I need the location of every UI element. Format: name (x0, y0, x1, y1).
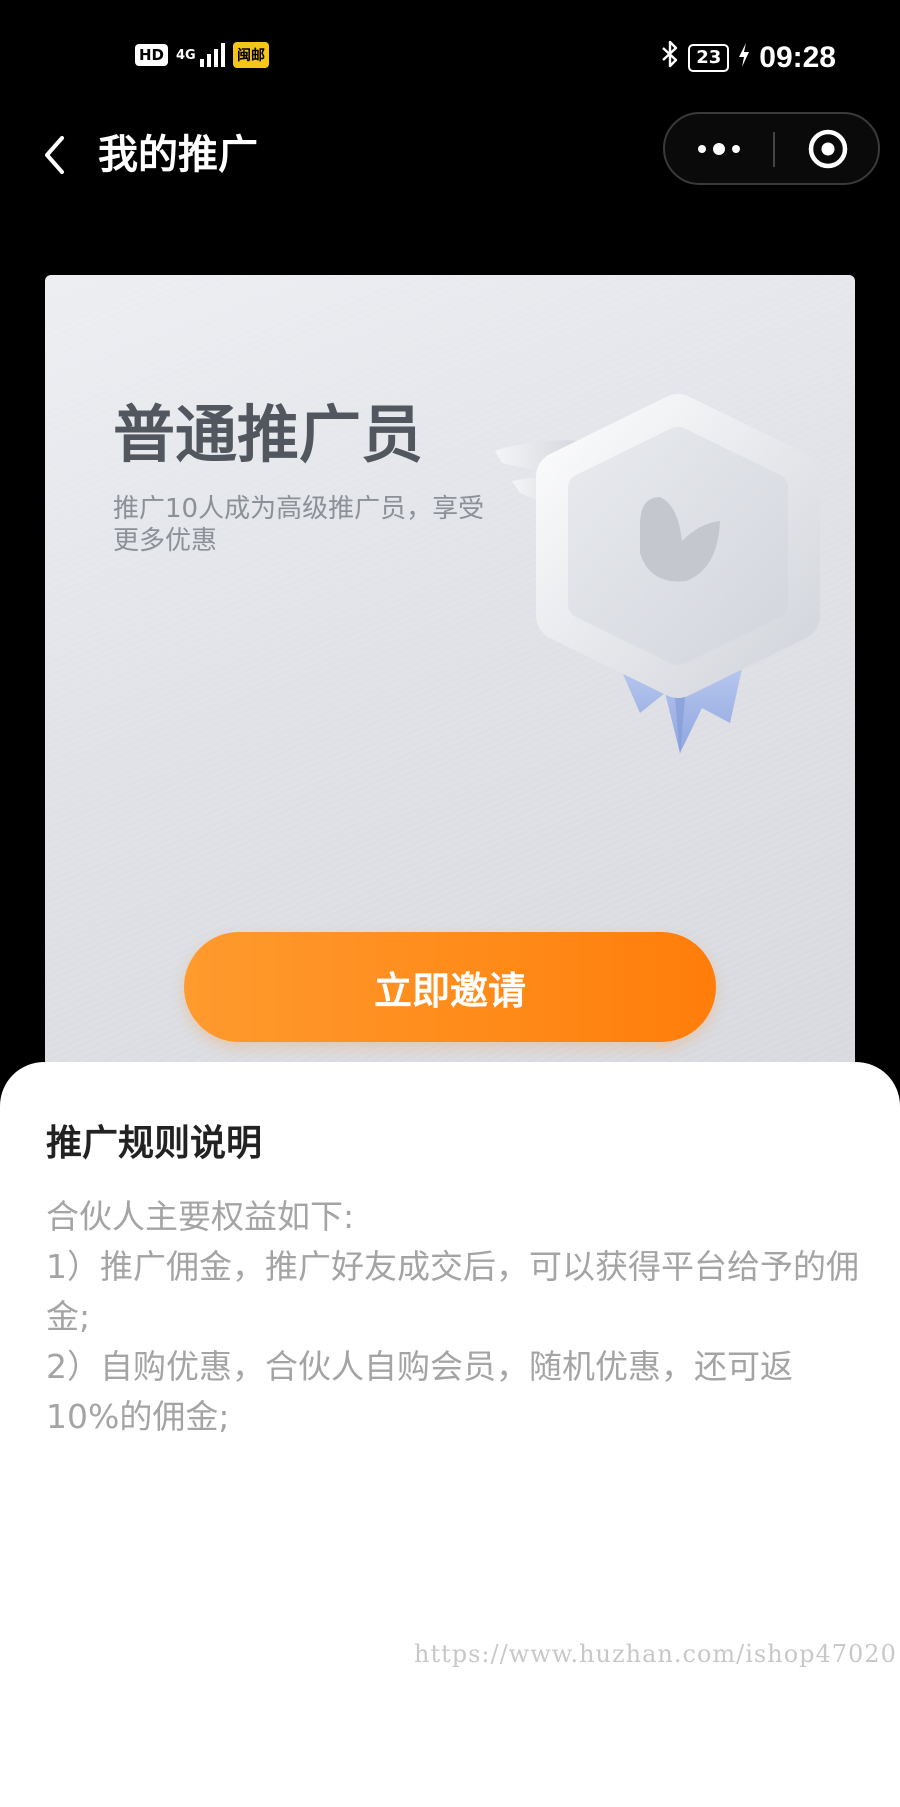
battery-indicator: 23 (688, 43, 730, 72)
rules-sheet: 推广规则说明 合伙人主要权益如下: 1）推广佣金，推广好友成交后，可以获得平台给… (0, 1062, 900, 1807)
bolt-icon (737, 42, 751, 74)
watermark: https://www.huzhan.com/ishop47020 (414, 1640, 897, 1668)
rules-title: 推广规则说明 (46, 1123, 263, 1164)
chevron-left-icon[interactable] (34, 127, 74, 183)
rules-line: 1）推广佣金，推广好友成交后，可以获得平台给予的佣金; (46, 1247, 859, 1336)
page-title: 我的推广 (98, 132, 258, 178)
signal-icon (200, 43, 226, 67)
level-description: 推广10人成为高级推广员，享受更多优惠 (113, 494, 485, 556)
rules-body: 合伙人主要权益如下: 1）推广佣金，推广好友成交后，可以获得平台给予的佣金; 2… (46, 1192, 861, 1442)
target-close-icon[interactable] (775, 114, 880, 183)
promoter-level-card: 普通推广员 推广10人成为高级推广员，享受更多优惠 立即邀请 (45, 275, 855, 1095)
nav-bar: 我的推广 (0, 105, 900, 205)
rules-line: 2）自购优惠，合伙人自购会员，随机优惠，还可返10%的佣金; (46, 1347, 793, 1436)
status-right: 23 09:28 (660, 40, 836, 75)
invite-button[interactable]: 立即邀请 (184, 932, 716, 1042)
more-dots-icon[interactable] (665, 114, 773, 183)
status-left: HD 4G 闽邮 (135, 42, 270, 68)
mini-program-capsule (663, 112, 880, 185)
rules-line: 合伙人主要权益如下: (46, 1197, 355, 1236)
hd-badge: HD (135, 44, 169, 66)
leaf-medal-icon (495, 394, 820, 755)
network-type: 4G (176, 47, 196, 63)
carrier-badge: 闽邮 (233, 42, 270, 68)
level-title: 普通推广员 (113, 398, 424, 471)
clock: 09:28 (759, 40, 836, 74)
status-bar: HD 4G 闽邮 23 09:28 (0, 0, 900, 115)
bluetooth-icon (660, 40, 680, 75)
